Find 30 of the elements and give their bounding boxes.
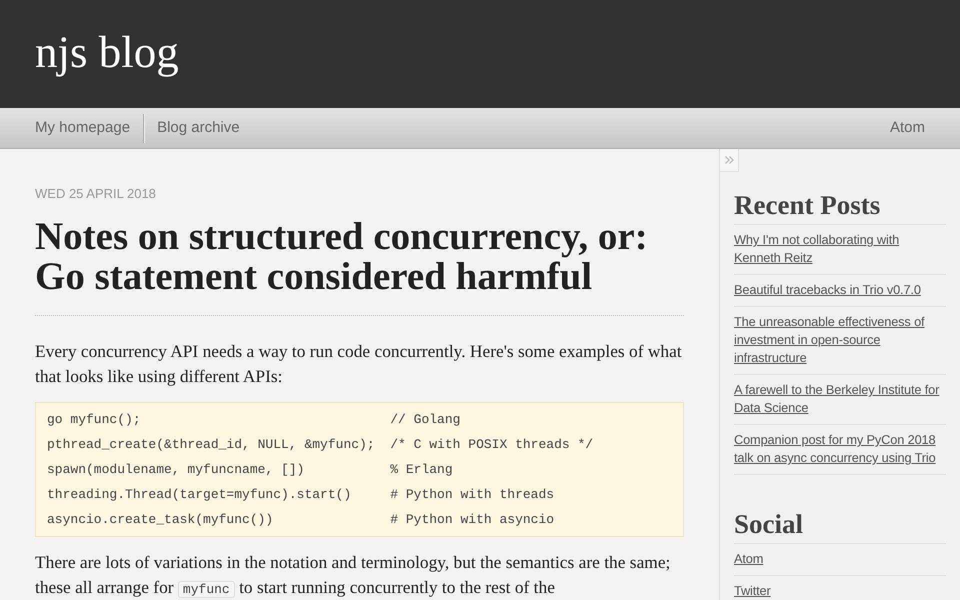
paragraph: There are lots of variations in the notation and terminology, but the semantics are the same; these all arrange for myfunc to start running concurrently to the rest of the xyxy=(35,551,672,600)
sidebar-link[interactable]: Atom xyxy=(734,550,764,568)
code-comment: # Python with asyncio xyxy=(390,511,556,529)
post-date: WED 25 APRIL 2018 xyxy=(35,185,157,203)
nav-link[interactable]: My homepage xyxy=(35,116,130,140)
code-line: spawn(modulename, myfuncname, []) xyxy=(47,461,306,479)
code-comment: # Python with threads xyxy=(390,486,556,504)
paragraph: Every concurrency API needs a way to run code concurrently. Here's some examples of what that looks like using different APIs: xyxy=(35,340,683,388)
nav-link[interactable]: Blog archive xyxy=(157,116,240,140)
code-line: pthread_create(&thread_id, NULL, &myfunc); xyxy=(47,436,376,454)
sidebar-link[interactable]: Beautiful tracebacks in Trio v0.7.0 xyxy=(734,281,921,299)
sidebar-heading: Recent Posts xyxy=(734,189,946,225)
sidebar-link[interactable]: The unreasonable effectiveness of investment in open-source infrastructure xyxy=(734,313,946,367)
sidebar-link[interactable]: Why I'm not collaborating with Kenneth Reitz xyxy=(734,231,946,267)
nav-link[interactable]: Atom xyxy=(890,116,925,140)
code-comment: % Erlang xyxy=(390,461,454,479)
sidebar-link[interactable]: A farewell to the Berkeley Institute for Data Science xyxy=(734,381,946,417)
post-title: Notes on structured concurrency, or: Go statement considered harmful xyxy=(35,217,684,316)
sidebar-toggle-button[interactable] xyxy=(720,149,739,172)
double-chevron-icon xyxy=(724,156,734,164)
sidebar-link[interactable]: Companion post for my PyCon 2018 talk on async concurrency using Trio xyxy=(734,431,946,467)
sidebar-link[interactable]: Twitter xyxy=(734,582,771,600)
code-line: go myfunc(); xyxy=(47,411,142,429)
code-line: asyncio.create_task(myfunc()) xyxy=(47,511,274,529)
sidebar-heading: Social xyxy=(734,508,946,544)
site-title[interactable]: njs blog xyxy=(35,30,179,78)
inline-code: myfunc xyxy=(178,581,235,598)
code-line: threading.Thread(target=myfunc).start() xyxy=(47,486,352,504)
code-comment: /* C with POSIX threads */ xyxy=(390,436,594,454)
code-comment: // Golang xyxy=(390,411,462,429)
